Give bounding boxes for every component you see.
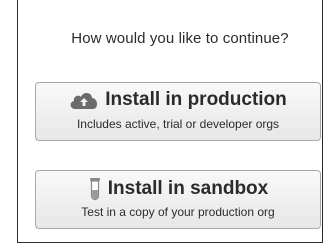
install-in-sandbox-button[interactable]: Install in sandbox Test in a copy of you… (35, 170, 321, 229)
continue-prompt: How would you like to continue? (71, 30, 289, 47)
test-tube-icon (88, 177, 102, 201)
production-button-description: Includes active, trial or developer orgs (76, 117, 280, 131)
install-in-production-button[interactable]: Install in production Includes active, t… (35, 82, 321, 141)
sandbox-button-label: Install in sandbox (107, 178, 269, 199)
sandbox-button-description: Test in a copy of your production org (81, 205, 275, 219)
install-options-panel: How would you like to continue? Install … (17, 0, 323, 243)
cloud-icon (69, 90, 99, 110)
production-button-label: Install in production (105, 89, 287, 110)
